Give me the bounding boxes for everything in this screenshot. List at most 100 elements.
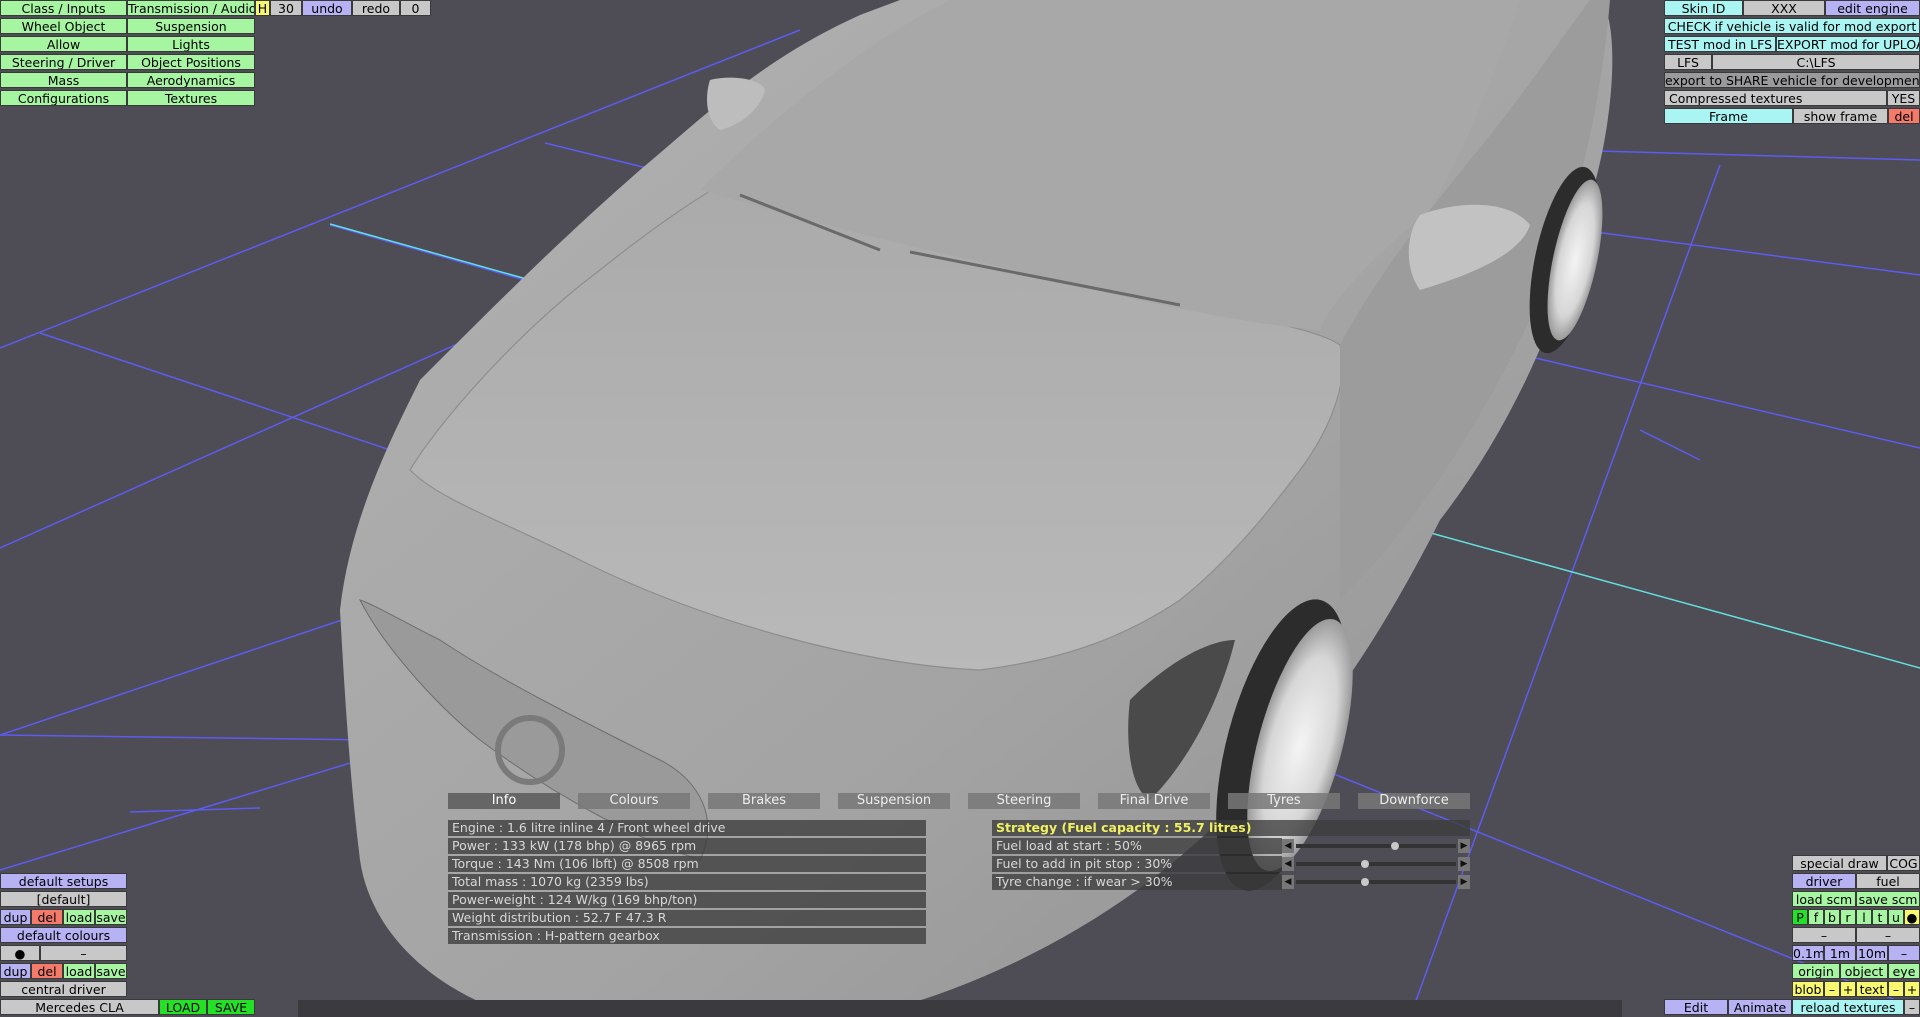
tab-suspension[interactable]: Suspension [838, 793, 950, 809]
central-driver-button[interactable]: central driver [0, 981, 127, 997]
h-toggle-button[interactable]: H [255, 0, 270, 16]
text-minus-button[interactable]: – [1888, 981, 1904, 997]
tab-downforce[interactable]: Downforce [1358, 793, 1470, 809]
load-scm-button[interactable]: load scm [1792, 891, 1856, 907]
load-car-button[interactable]: LOAD [159, 999, 207, 1015]
slider-knob[interactable] [1391, 842, 1400, 850]
grid-value[interactable]: 30 [270, 0, 302, 16]
edit-engine-button[interactable]: edit engine [1825, 0, 1920, 16]
toggle-u[interactable]: u [1888, 909, 1904, 925]
tab-colours[interactable]: Colours [578, 793, 690, 809]
arrow-left-icon[interactable]: ◀ [1282, 857, 1294, 871]
menu-steering-driver[interactable]: Steering / Driver [0, 54, 127, 70]
menu-allow[interactable]: Allow [0, 36, 127, 52]
menu-mass[interactable]: Mass [0, 72, 127, 88]
arrow-right-icon[interactable]: ▶ [1458, 839, 1470, 853]
view-value-1[interactable]: – [1792, 927, 1856, 943]
colour-dot-button[interactable]: ● [0, 945, 40, 961]
eye-button[interactable]: eye [1888, 963, 1920, 979]
toggle-t[interactable]: t [1872, 909, 1888, 925]
menu-lights[interactable]: Lights [127, 36, 255, 52]
colour-value[interactable]: – [40, 945, 127, 961]
default-setups-button[interactable]: default setups [0, 873, 127, 889]
slider-knob[interactable] [1360, 878, 1369, 886]
tab-final-drive[interactable]: Final Drive [1098, 793, 1210, 809]
default-colours-button[interactable]: default colours [0, 927, 127, 943]
animate-mode-button[interactable]: Animate [1728, 999, 1792, 1015]
text-button[interactable]: text [1856, 981, 1888, 997]
default-setup-value[interactable]: [default] [0, 891, 127, 907]
menu-textures[interactable]: Textures [127, 90, 255, 106]
colour-del-button[interactable]: del [31, 963, 63, 979]
toggle-p[interactable]: P [1792, 909, 1808, 925]
toggle-dot[interactable]: ● [1904, 909, 1920, 925]
tab-brakes[interactable]: Brakes [708, 793, 820, 809]
toggle-l[interactable]: l [1856, 909, 1872, 925]
tab-info[interactable]: Info [448, 793, 560, 809]
view-value-2[interactable]: – [1856, 927, 1920, 943]
fuel-pit-slider[interactable]: ◀ ▶ [1282, 857, 1470, 871]
export-share-button[interactable]: export to SHARE vehicle for development [1664, 72, 1920, 88]
menu-class-inputs[interactable]: Class / Inputs [0, 0, 127, 16]
menu-suspension[interactable]: Suspension [127, 18, 255, 34]
compressed-textures-toggle[interactable]: YES [1887, 90, 1920, 106]
arrow-right-icon[interactable]: ▶ [1458, 875, 1470, 889]
menu-transmission-audio[interactable]: Transmission / Audio [127, 0, 255, 16]
driver-button[interactable]: driver [1792, 873, 1856, 889]
distance-0-1m[interactable]: 0.1m [1792, 945, 1824, 961]
origin-button[interactable]: origin [1792, 963, 1840, 979]
frame-delete-button[interactable]: del [1888, 108, 1920, 124]
colour-load-button[interactable]: load [63, 963, 95, 979]
tab-tyres[interactable]: Tyres [1228, 793, 1340, 809]
distance-minus[interactable]: – [1888, 945, 1920, 961]
text-plus-button[interactable]: + [1904, 981, 1920, 997]
undo-button[interactable]: undo [302, 0, 352, 16]
setup-load-button[interactable]: load [63, 909, 95, 925]
distance-10m[interactable]: 10m [1856, 945, 1888, 961]
arrow-right-icon[interactable]: ▶ [1458, 857, 1470, 871]
frame-button[interactable]: Frame [1664, 108, 1793, 124]
reload-textures-button[interactable]: reload textures [1792, 999, 1904, 1015]
toggle-f[interactable]: f [1808, 909, 1824, 925]
tyre-change-slider[interactable]: ◀ ▶ [1282, 875, 1470, 889]
car-name-field[interactable]: Mercedes CLA [0, 999, 159, 1015]
colour-save-button[interactable]: save [95, 963, 127, 979]
fuel-button[interactable]: fuel [1856, 873, 1920, 889]
toggle-r[interactable]: r [1840, 909, 1856, 925]
menu-wheel-object[interactable]: Wheel Object [0, 18, 127, 34]
check-vehicle-button[interactable]: CHECK if vehicle is valid for mod export [1664, 18, 1920, 34]
arrow-left-icon[interactable]: ◀ [1282, 875, 1294, 889]
skin-id-button[interactable]: Skin ID [1664, 0, 1743, 16]
blob-minus-button[interactable]: – [1824, 981, 1840, 997]
setup-dup-button[interactable]: dup [0, 909, 31, 925]
toggle-b[interactable]: b [1824, 909, 1840, 925]
setup-save-button[interactable]: save [95, 909, 127, 925]
object-button[interactable]: object [1840, 963, 1888, 979]
distance-1m[interactable]: 1m [1824, 945, 1856, 961]
menu-aerodynamics[interactable]: Aerodynamics [127, 72, 255, 88]
show-frame-button[interactable]: show frame [1793, 108, 1888, 124]
menu-configurations[interactable]: Configurations [0, 90, 127, 106]
fuel-start-slider[interactable]: ◀ ▶ [1282, 839, 1470, 853]
reload-minus-button[interactable]: – [1904, 999, 1920, 1015]
special-draw-button[interactable]: special draw [1792, 855, 1887, 871]
lfs-path-field[interactable]: C:\LFS [1712, 54, 1920, 70]
lfs-button[interactable]: LFS [1664, 54, 1712, 70]
cog-button[interactable]: COG [1887, 855, 1920, 871]
arrow-left-icon[interactable]: ◀ [1282, 839, 1294, 853]
colour-dup-button[interactable]: dup [0, 963, 31, 979]
skin-id-value[interactable]: XXX [1743, 0, 1825, 16]
save-scm-button[interactable]: save scm [1856, 891, 1920, 907]
menu-object-positions[interactable]: Object Positions [127, 54, 255, 70]
edit-mode-button[interactable]: Edit [1664, 999, 1728, 1015]
tab-steering[interactable]: Steering [968, 793, 1080, 809]
slider-knob[interactable] [1360, 860, 1369, 868]
setup-del-button[interactable]: del [31, 909, 63, 925]
save-car-button[interactable]: SAVE [207, 999, 255, 1015]
blob-plus-button[interactable]: + [1840, 981, 1856, 997]
export-mod-button[interactable]: EXPORT mod for UPLOAD [1776, 36, 1920, 52]
blob-button[interactable]: blob [1792, 981, 1824, 997]
3d-viewport[interactable] [0, 0, 1920, 1017]
test-mod-button[interactable]: TEST mod in LFS [1664, 36, 1776, 52]
redo-button[interactable]: redo [352, 0, 400, 16]
